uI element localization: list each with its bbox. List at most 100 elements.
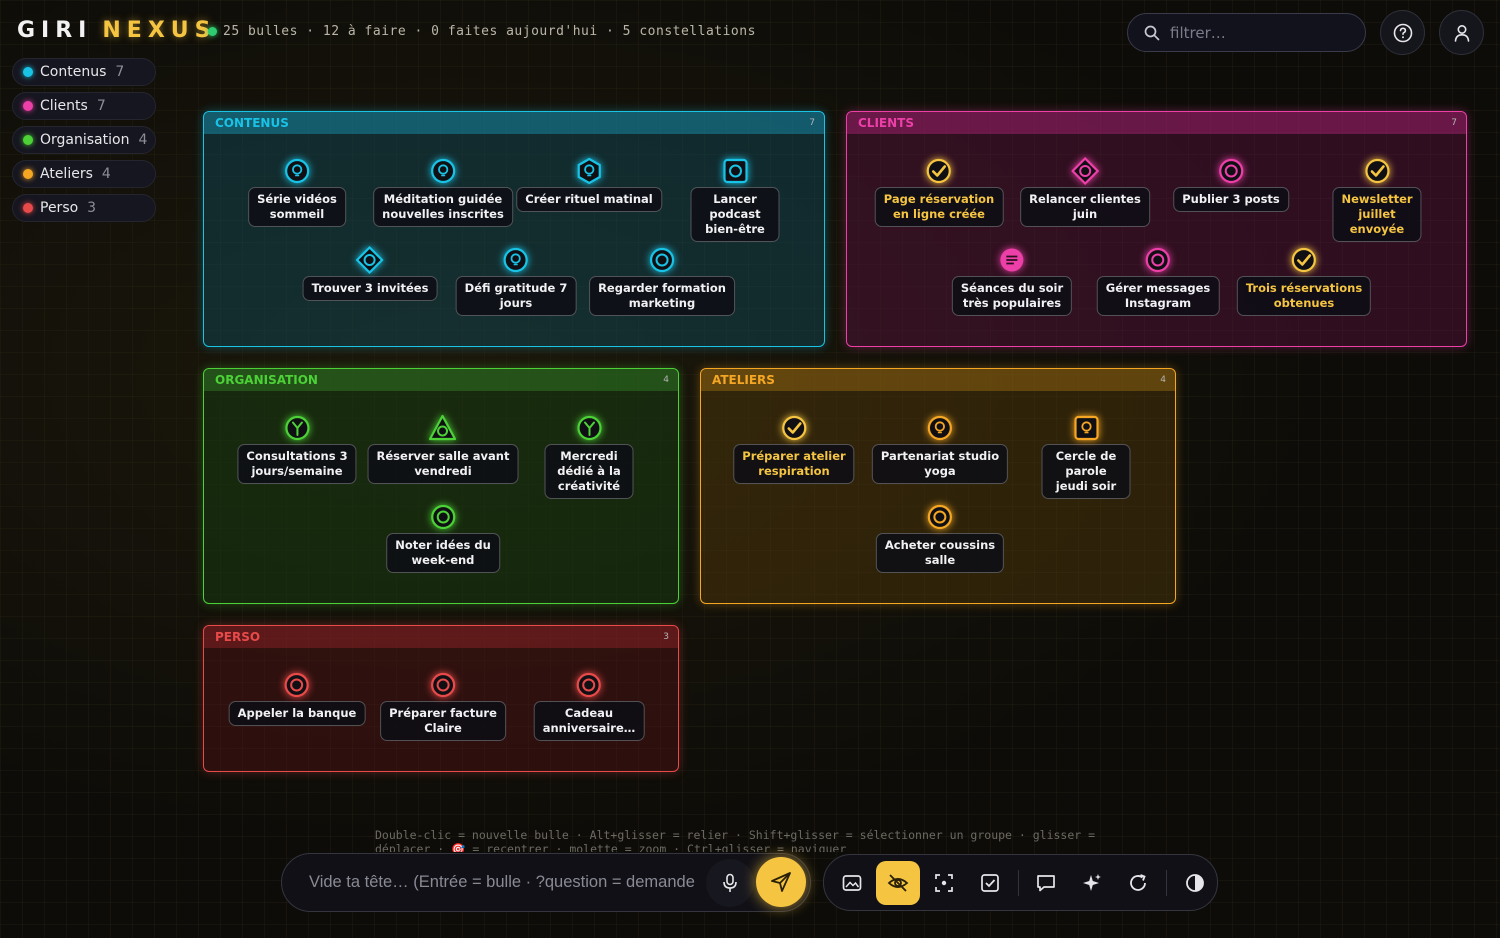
group-clients[interactable]: CLIENTS 7 Page réservation en ligne créée R…: [846, 111, 1467, 347]
bubble-node[interactable]: Cadeau anniversaire…: [533, 671, 645, 741]
group-header[interactable]: PERSO 3: [204, 626, 678, 648]
search-icon: [1144, 25, 1160, 40]
legend-dot: [23, 67, 33, 77]
bubble-label: Appeler la banque: [228, 701, 366, 726]
legend-item-clients[interactable]: Clients 7: [12, 92, 156, 120]
bubble-node[interactable]: Publier 3 posts: [1173, 157, 1289, 212]
composer-input[interactable]: [309, 873, 709, 892]
mic-button[interactable]: [706, 859, 754, 907]
bubble-label: Mercredi dédié à la créativité: [544, 444, 634, 499]
bubble-label: Défi gratitude 7 jours: [455, 276, 577, 316]
bubble-node[interactable]: Mercredi dédié à la créativité: [544, 414, 634, 499]
bulb-icon: [502, 246, 530, 274]
bubble-node[interactable]: Défi gratitude 7 jours: [455, 246, 577, 316]
refresh-button[interactable]: [1116, 861, 1160, 905]
search-box[interactable]: [1127, 13, 1366, 52]
group-count: 4: [1160, 375, 1166, 385]
contrast-icon: [1186, 873, 1204, 892]
bubble-label: Réserver salle avant vendredi: [367, 444, 519, 484]
image-icon: [842, 874, 862, 891]
bubble-label: Trouver 3 invitées: [302, 276, 438, 301]
bubble-node[interactable]: Gérer messages Instagram: [1096, 246, 1220, 316]
bubble-node[interactable]: Relancer clientes juin: [1020, 157, 1150, 227]
checkbox-button[interactable]: [968, 861, 1012, 905]
bubble-node[interactable]: Regarder formation marketing: [589, 246, 735, 316]
legend-item-organisation[interactable]: Organisation 4: [12, 126, 156, 154]
hint-text: Double-clic = nouvelle bulle · Alt+gliss…: [375, 828, 1096, 852]
group-count: 7: [809, 118, 815, 128]
target-icon: [648, 246, 676, 274]
group-header[interactable]: ORGANISATION 4: [204, 369, 678, 391]
bubble-label: Lancer podcast bien-être: [690, 187, 780, 242]
bubble-node[interactable]: Consultations 3 jours/semaine: [237, 414, 357, 484]
logo: GIRI NEXUS: [17, 18, 217, 43]
bubble-node[interactable]: Partenariat studio yoga: [871, 414, 1009, 484]
bubble-node[interactable]: Réserver salle avant vendredi: [367, 414, 519, 484]
search-input[interactable]: [1170, 23, 1350, 42]
group-header[interactable]: CLIENTS 7: [847, 112, 1466, 134]
target-icon: [1217, 157, 1245, 185]
sparkle-button[interactable]: [1070, 861, 1114, 905]
account-button[interactable]: [1439, 10, 1484, 55]
legend-dot: [23, 101, 33, 111]
hexagon-bulb-icon: [575, 157, 603, 185]
diamond-target-icon: [355, 246, 384, 274]
sparkle-icon: [1083, 873, 1102, 891]
bubble-node[interactable]: Newsletter juillet envoyée: [1332, 157, 1422, 242]
bubble-node[interactable]: Page réservation en ligne créée: [874, 157, 1004, 227]
bubble-node[interactable]: Appeler la banque: [228, 671, 366, 726]
legend: Contenus 7 Clients 7 Organisation 4 Ateliers 4 P…: [12, 58, 156, 222]
bubble-label: Créer rituel matinal: [516, 187, 662, 212]
group-header[interactable]: ATELIERS 4: [701, 369, 1175, 391]
legend-label: Clients: [40, 98, 88, 114]
bubble-label: Page réservation en ligne créée: [874, 187, 1004, 227]
send-button[interactable]: [756, 857, 806, 907]
focus-frame-button[interactable]: [922, 861, 966, 905]
toolbar-separator: [1166, 869, 1168, 896]
group-contenus[interactable]: CONTENUS 7 Série vidéos sommeil Méditation …: [203, 111, 825, 347]
group-count: 7: [1451, 118, 1457, 128]
legend-item-contenus[interactable]: Contenus 7: [12, 58, 156, 86]
triangle-target-icon: [429, 414, 457, 442]
legend-item-ateliers[interactable]: Ateliers 4: [12, 160, 156, 188]
bubble-node[interactable]: Noter idées du week-end: [386, 503, 500, 573]
group-organisation[interactable]: ORGANISATION 4 Consultations 3 jours/semai…: [203, 368, 679, 604]
bubble-node[interactable]: Trouver 3 invitées: [302, 246, 438, 301]
bubble-node[interactable]: Acheter coussins salle: [875, 503, 1005, 573]
bubble-label: Séances du soir très populaires: [951, 276, 1073, 316]
bubble-node[interactable]: Lancer podcast bien-être: [690, 157, 780, 242]
composer[interactable]: [281, 853, 811, 912]
square-bulb-icon: [1072, 414, 1100, 442]
group-perso[interactable]: PERSO 3 Appeler la banque Préparer facture …: [203, 625, 679, 772]
bubble-node[interactable]: Créer rituel matinal: [516, 157, 662, 212]
refresh-icon: [1130, 873, 1147, 891]
user-icon: [1454, 24, 1469, 42]
legend-count: 4: [101, 166, 111, 182]
group-header[interactable]: CONTENUS 7: [204, 112, 824, 134]
bubble-node[interactable]: Séances du soir très populaires: [951, 246, 1073, 316]
diamond-target-icon: [1070, 157, 1099, 185]
legend-dot: [23, 203, 33, 213]
bubble-node[interactable]: Méditation guidée nouvelles inscrites: [373, 157, 513, 227]
logo-part2: NEXUS: [102, 18, 217, 43]
bubble-label: Regarder formation marketing: [589, 276, 735, 316]
image-button[interactable]: [830, 861, 874, 905]
bubble-label: Relancer clientes juin: [1020, 187, 1150, 227]
bubble-node[interactable]: Préparer atelier respiration: [733, 414, 855, 484]
chat-button[interactable]: [1025, 861, 1069, 905]
bubble-node[interactable]: Série vidéos sommeil: [248, 157, 346, 227]
bubble-node[interactable]: Préparer facture Claire: [380, 671, 506, 741]
group-ateliers[interactable]: ATELIERS 4 Préparer atelier respiration Par…: [700, 368, 1176, 604]
target-icon: [283, 671, 311, 699]
contrast-button[interactable]: [1173, 861, 1217, 905]
help-button[interactable]: [1380, 10, 1425, 55]
bubble-node[interactable]: Trois réservations obtenues: [1236, 246, 1372, 316]
legend-label: Contenus: [40, 64, 107, 80]
eye-slash-button[interactable]: [875, 860, 920, 905]
bulb-icon: [926, 414, 954, 442]
bubble-label: Série vidéos sommeil: [248, 187, 346, 227]
bubble-node[interactable]: Cercle de parole jeudi soir: [1041, 414, 1131, 499]
legend-item-perso[interactable]: Perso 3: [12, 194, 156, 222]
group-count: 4: [663, 375, 669, 385]
legend-count: 3: [87, 200, 97, 216]
